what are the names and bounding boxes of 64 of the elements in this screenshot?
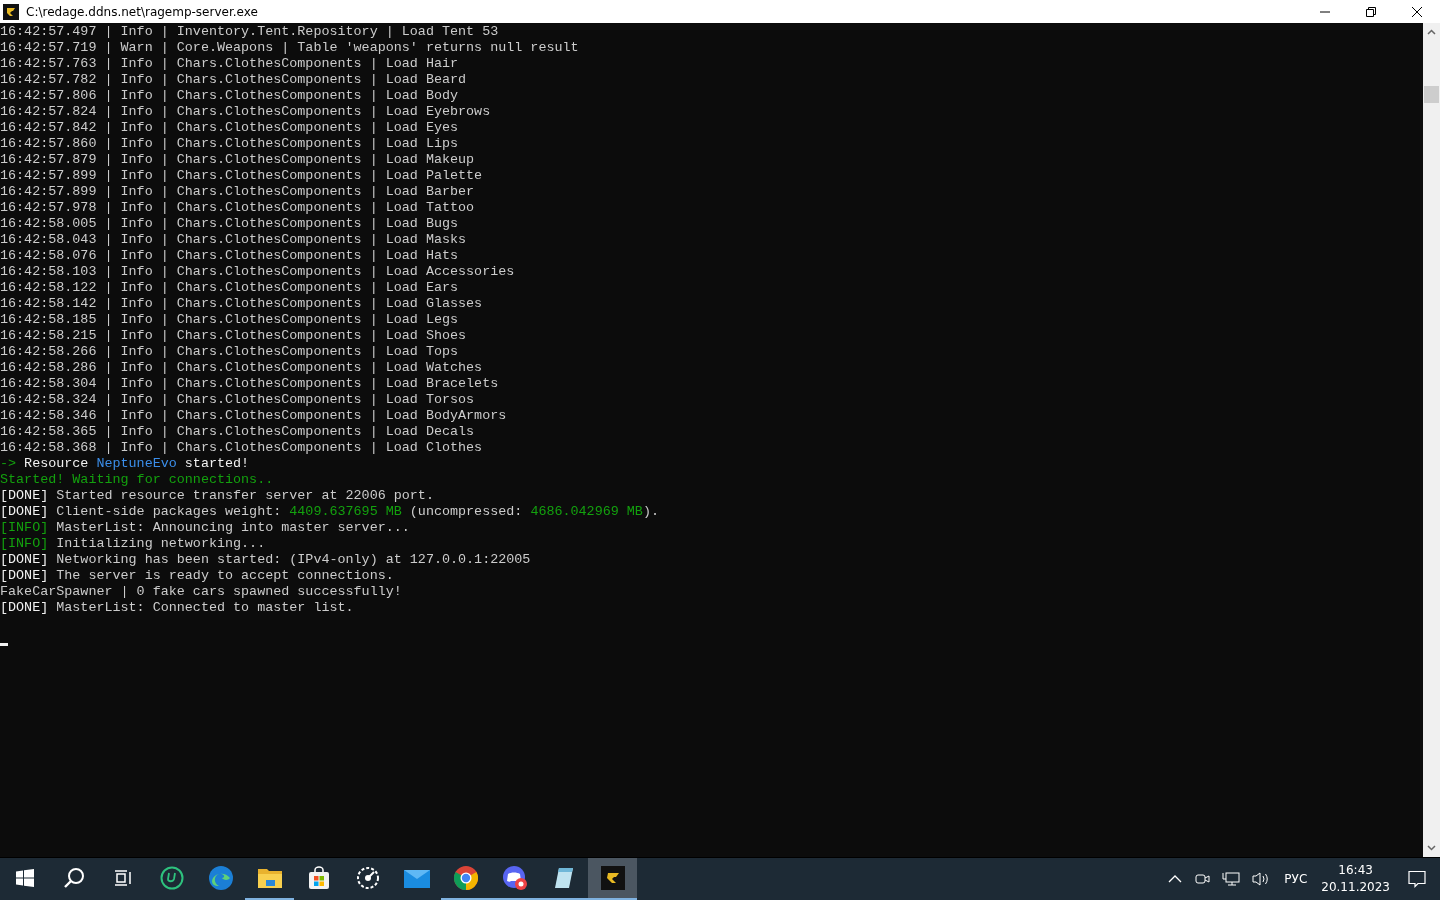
console-line: FakeCarSpawner | 0 fake cars spawned successfully! [0, 584, 402, 600]
console-line: [DONE] MasterList: Connected to master list. [0, 600, 354, 616]
console-line: 16:42:58.142 | Info | Chars.ClothesComponents | Load Glasses [0, 296, 483, 312]
task-view-icon [113, 870, 132, 886]
console-line: 16:42:58.043 | Info | Chars.ClothesComponents | Load Masks [0, 232, 467, 248]
console-line: [DONE] Networking has been started: (IPv4-only) at 127.0.0.1:22005 [0, 552, 531, 568]
app-logo-icon [600, 866, 625, 890]
console-line: [DONE] The server is ready to accept connections. [0, 568, 394, 584]
speaker-icon[interactable] [1252, 871, 1271, 887]
console-line: [INFO] MasterList: Announcing into master server... [0, 520, 410, 536]
console-line: 16:42:57.782 | Info | Chars.ClothesComponents | Load Beard [0, 72, 467, 88]
console-line: 16:42:57.978 | Info | Chars.ClothesComponents | Load Tattoo [0, 200, 475, 216]
console-line: 16:42:57.497 | Info | Inventory.Tent.Repository | Load Tent 53 [0, 24, 499, 40]
clock[interactable]: 16:43 20.11.2023 [1315, 862, 1396, 896]
language-indicator[interactable]: РУС [1280, 868, 1312, 890]
close-icon [1411, 5, 1423, 18]
console-line: 16:42:57.719 | Warn | Core.Weapons | Table 'weapons' returns null result [0, 40, 579, 56]
window-title: C:\redage.ddns.net\ragemp-server.exe [26, 4, 258, 19]
console-line: [DONE] Client-side packages weight: 4409.637695 MB (uncompressed: 4686.042969 MB). [0, 504, 659, 520]
console-line: [INFO] Initializing networking... [0, 536, 266, 552]
gauge-icon [355, 866, 380, 890]
taskbar-button[interactable] [588, 858, 637, 900]
console-line: 16:42:57.899 | Info | Chars.ClothesComponents | Load Palette [0, 168, 483, 184]
console-line: 16:42:57.842 | Info | Chars.ClothesComponents | Load Eyes [0, 120, 459, 136]
console-line: 16:42:57.824 | Info | Chars.ClothesComponents | Load Eyebrows [0, 104, 491, 120]
console-line: 16:42:58.346 | Info | Chars.ClothesComponents | Load BodyArmors [0, 408, 507, 424]
console-line: 16:42:58.365 | Info | Chars.ClothesComponents | Load Decals [0, 424, 475, 440]
scroll-down-icon[interactable] [1427, 845, 1436, 851]
console-line: 16:42:57.860 | Info | Chars.ClothesComponents | Load Lips [0, 136, 459, 152]
scroll-up-icon[interactable] [1427, 29, 1436, 35]
console-line: [DONE] Started resource transfer server at 22006 port. [0, 488, 434, 504]
windows-logo-icon [15, 869, 34, 887]
folder-icon [256, 867, 283, 889]
console-line: 16:42:58.266 | Info | Chars.ClothesComponents | Load Tops [0, 344, 459, 360]
notifications-icon[interactable] [1408, 870, 1426, 888]
console-line: 16:42:58.122 | Info | Chars.ClothesComponents | Load Ears [0, 280, 459, 296]
console-line: 16:42:58.324 | Info | Chars.ClothesComponents | Load Torsos [0, 392, 475, 408]
console-line: -> Resource NeptuneEvo started! [0, 456, 250, 472]
restore-icon [1365, 5, 1377, 18]
chevron-up-icon[interactable] [1168, 875, 1183, 883]
console-line: 16:42:58.215 | Info | Chars.ClothesComponents | Load Shoes [0, 328, 467, 344]
console-line: 16:42:57.899 | Info | Chars.ClothesComponents | Load Barber [0, 184, 475, 200]
network-icon[interactable] [1222, 871, 1241, 887]
scrollbar[interactable] [1423, 23, 1440, 857]
console-line: 16:42:58.005 | Info | Chars.ClothesComponents | Load Bugs [0, 216, 459, 232]
store-bag-icon [306, 866, 331, 890]
console-line: 16:42:58.103 | Info | Chars.ClothesComponents | Load Accessories [0, 264, 515, 280]
app-logo-icon [3, 3, 19, 20]
console-line: 16:42:58.286 | Info | Chars.ClothesComponents | Load Watches [0, 360, 483, 376]
letter-u-circle-icon [159, 866, 184, 890]
console-line: 16:42:57.879 | Info | Chars.ClothesComponents | Load Makeup [0, 152, 475, 168]
console-line: 16:42:57.763 | Info | Chars.ClothesComponents | Load Hair [0, 56, 459, 72]
envelope-icon [403, 868, 430, 888]
console-line: 16:42:58.076 | Info | Chars.ClothesComponents | Load Hats [0, 248, 459, 264]
chat-app-icon [501, 865, 528, 891]
text-cursor [0, 643, 8, 646]
webcam-icon[interactable] [1194, 871, 1211, 887]
console-line: 16:42:57.806 | Info | Chars.ClothesComponents | Load Body [0, 88, 459, 104]
console-line: Started! Waiting for connections.. [0, 472, 274, 488]
console-line: 16:42:58.185 | Info | Chars.ClothesComponents | Load Legs [0, 312, 459, 328]
console-line: 16:42:58.368 | Info | Chars.ClothesComponents | Load Clothes [0, 440, 483, 456]
console-line: 16:42:58.304 | Info | Chars.ClothesComponents | Load Bracelets [0, 376, 499, 392]
search-icon [62, 867, 85, 889]
scrollbar-thumb[interactable] [1424, 86, 1439, 103]
